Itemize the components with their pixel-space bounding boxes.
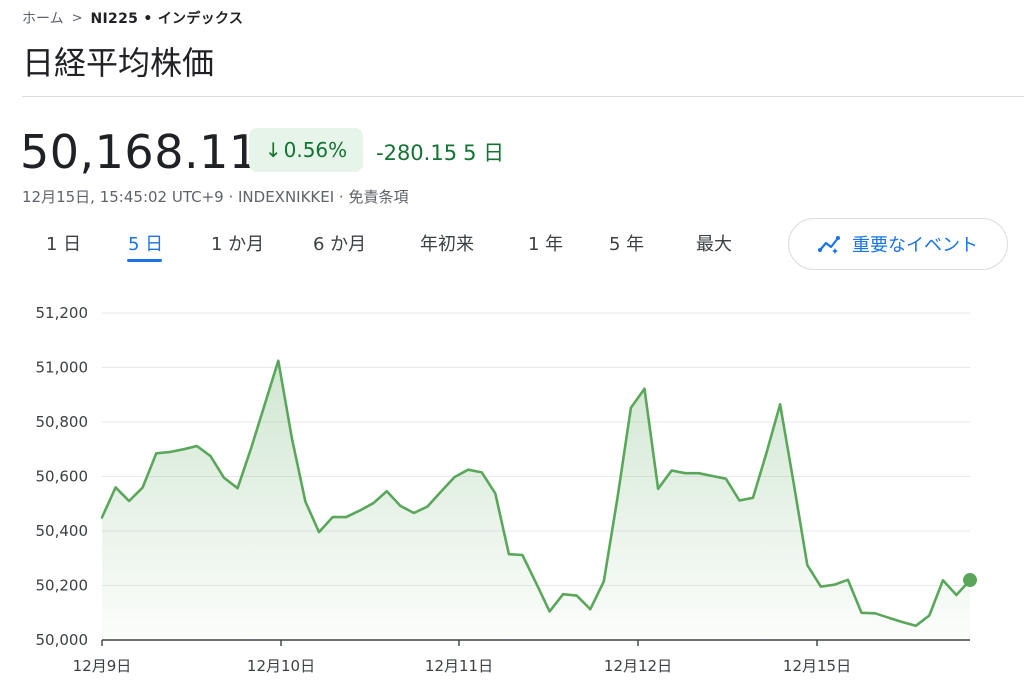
arrow-down-icon: ↓ <box>264 138 282 162</box>
change-percent: 0.56% <box>283 138 348 162</box>
tab-1-year[interactable]: 1 年 <box>528 230 563 256</box>
y-tick-label: 50,400 <box>36 522 89 540</box>
change-percent-badge: ↓ 0.56% <box>249 128 363 172</box>
x-tick-label: 12月15日 <box>783 657 851 675</box>
change-period: 5 日 <box>463 141 505 165</box>
active-tab-indicator <box>127 259 162 262</box>
price-chart[interactable]: 51,200 51,000 50,800 50,600 50,400 50,200 50,0… <box>0 290 1024 692</box>
y-tick-label: 50,800 <box>36 413 89 431</box>
chevron-right-icon: > <box>71 10 83 26</box>
page-title: 日経平均株価 <box>22 44 215 82</box>
sparkline-icon <box>818 234 842 254</box>
tab-1-month[interactable]: 1 か月 <box>211 230 264 256</box>
divider <box>22 96 1024 97</box>
breadcrumb-home-link[interactable]: ホーム <box>22 8 64 28</box>
price-area-fill <box>102 360 970 640</box>
y-tick-label: 50,600 <box>36 468 89 486</box>
current-price: 50,168.11 <box>20 125 259 179</box>
key-events-button[interactable]: 重要なイベント <box>788 218 1008 270</box>
breadcrumb-current: NI225 • インデックス <box>90 11 244 27</box>
y-tick-label: 50,200 <box>36 577 89 595</box>
tab-5-year[interactable]: 5 年 <box>609 230 644 256</box>
change-amount: -280.15 <box>376 141 458 165</box>
last-price-marker <box>963 573 977 588</box>
tab-max[interactable]: 最大 <box>696 230 732 256</box>
x-tick-label: 12月12日 <box>604 657 672 675</box>
y-tick-label: 51,000 <box>36 359 89 377</box>
tab-ytd[interactable]: 年初来 <box>420 230 474 256</box>
key-events-label: 重要なイベント <box>852 235 978 256</box>
y-tick-label: 51,200 <box>36 304 89 322</box>
y-tick-label: 50,000 <box>36 631 89 649</box>
x-tick-label: 12月11日 <box>425 657 493 675</box>
quote-meta: 12月15日, 15:45:02 UTC+9 · INDEXNIKKEI · 免… <box>22 188 409 206</box>
change-value: -280.15 5 日 <box>376 137 504 167</box>
x-tick-label: 12月10日 <box>247 657 315 675</box>
tab-6-month[interactable]: 6 か月 <box>313 230 366 256</box>
breadcrumb: ホーム > NI225 • インデックス <box>22 8 243 28</box>
tab-1-day[interactable]: 1 日 <box>46 230 81 256</box>
range-tabs: 1 日 5 日 1 か月 6 か月 年初来 1 年 5 年 最大 <box>0 230 780 266</box>
x-tick-label: 12月9日 <box>73 657 132 675</box>
tab-5-day[interactable]: 5 日 <box>128 230 163 256</box>
